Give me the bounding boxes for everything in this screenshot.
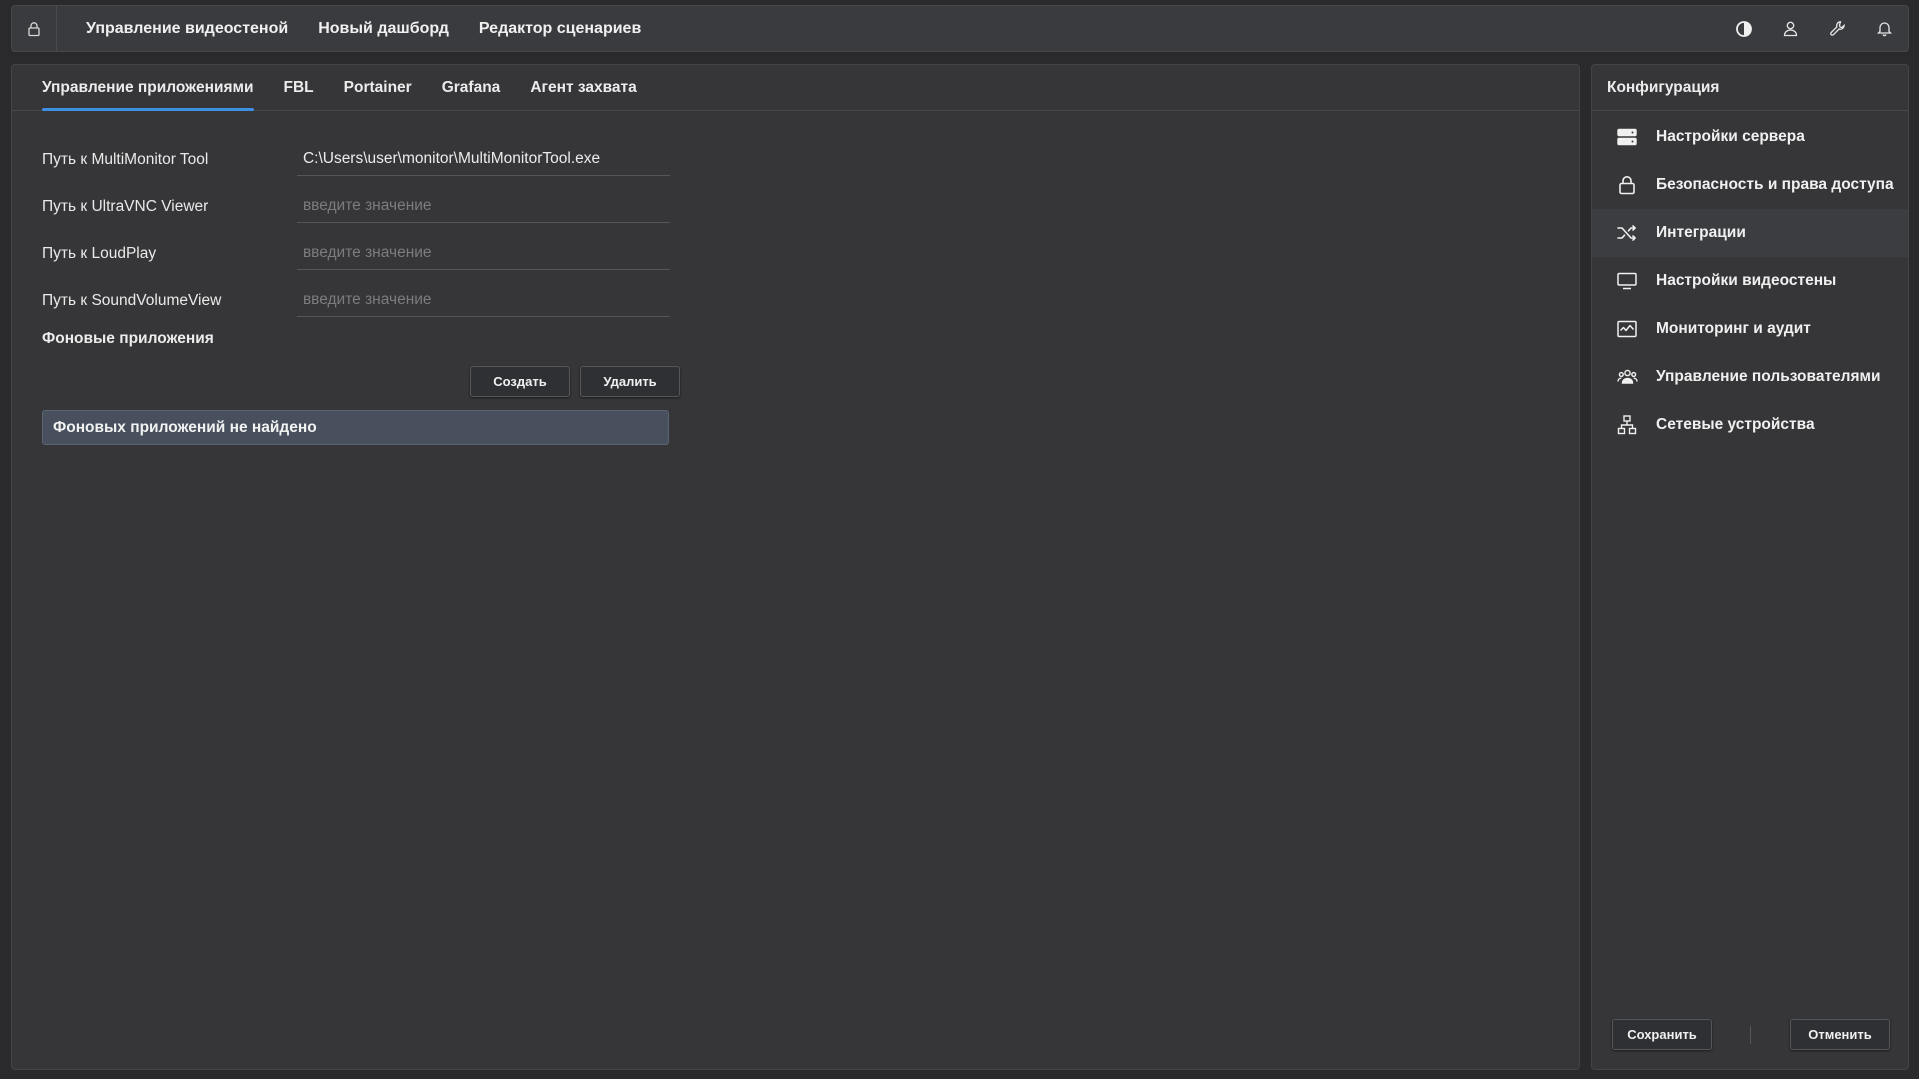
sidebar-item-videowall-settings[interactable]: Настройки видеостены [1592,257,1908,305]
sidebar-item-integrations[interactable]: Интеграции [1592,209,1908,257]
multimonitor-path-input[interactable] [296,143,670,176]
nav-videowall-management[interactable]: Управление видеостеной [86,20,288,38]
tab-portainer[interactable]: Portainer [344,65,412,110]
lock-icon [1616,174,1638,196]
cancel-button[interactable]: Отменить [1790,1019,1890,1050]
contrast-icon [1735,20,1753,38]
nav-scenario-editor[interactable]: Редактор сценариев [479,20,641,38]
tab-fbl[interactable]: FBL [284,65,314,110]
field-row-multimonitor: Путь к MultiMonitor Tool [42,136,670,183]
notifications-button[interactable] [1861,6,1908,51]
sidebar-footer: Сохранить Отменить [1592,1019,1908,1050]
sidebar-item-label: Настройки видеостены [1656,272,1837,289]
ultravnc-path-input[interactable] [296,190,670,223]
footer-divider [1750,1026,1751,1044]
lock-icon [26,21,42,37]
tab-capture-agent[interactable]: Агент захвата [530,65,636,110]
activity-icon [1616,318,1638,340]
user-profile-button[interactable] [1767,6,1814,51]
theme-toggle-button[interactable] [1720,6,1767,51]
sidebar-title: Конфигурация [1592,65,1908,111]
ultravnc-path-label: Путь к UltraVNC Viewer [42,197,209,215]
sidebar-menu: Настройки сервера Безопасность и права д… [1592,111,1908,449]
field-row-ultravnc: Путь к UltraVNC Viewer [42,183,670,230]
top-navigation: Управление видеостеной Новый дашборд Ред… [86,20,671,38]
sidebar-item-label: Мониторинг и аудит [1656,320,1811,337]
multimonitor-path-label: Путь к MultiMonitor Tool [42,150,209,168]
wrench-icon [1829,20,1846,37]
sidebar-item-monitoring[interactable]: Мониторинг и аудит [1592,305,1908,353]
sidebar-item-label: Безопасность и права доступа [1656,176,1894,193]
loudplay-path-input[interactable] [296,237,670,270]
tab-app-management[interactable]: Управление приложениями [42,65,254,111]
sidebar-item-label: Интеграции [1656,224,1746,241]
sidebar-item-network-devices[interactable]: Сетевые устройства [1592,401,1908,449]
create-button[interactable]: Создать [470,366,570,397]
delete-button[interactable]: Удалить [580,366,680,397]
nav-new-dashboard[interactable]: Новый дашборд [318,20,449,38]
field-row-loudplay: Путь к LoudPlay [42,230,670,277]
shuffle-icon [1616,222,1638,244]
field-row-soundvolumeview: Путь к SoundVolumeView [42,277,670,324]
top-bar: Управление видеостеной Новый дашборд Ред… [11,5,1909,52]
lock-button[interactable] [12,6,57,51]
sidebar-item-label: Управление пользователями [1656,368,1881,385]
settings-button[interactable] [1814,6,1861,51]
server-icon [1616,126,1638,148]
sidebar-item-label: Сетевые устройства [1656,416,1815,433]
sidebar-item-server-settings[interactable]: Настройки сервера [1592,113,1908,161]
background-apps-title: Фоновые приложения [42,330,214,347]
bell-icon [1876,20,1893,37]
user-icon [1782,20,1799,37]
tab-bar: Управление приложениями FBL Portainer Gr… [12,65,1579,111]
save-button[interactable]: Сохранить [1612,1019,1712,1050]
tab-grafana[interactable]: Grafana [442,65,501,110]
sidebar-item-label: Настройки сервера [1656,128,1805,145]
soundvolumeview-path-input[interactable] [296,284,670,317]
network-icon [1616,414,1638,436]
background-apps-actions: Создать Удалить [42,366,680,397]
users-icon [1616,366,1638,388]
soundvolumeview-path-label: Путь к SoundVolumeView [42,291,222,309]
loudplay-path-label: Путь к LoudPlay [42,244,157,262]
monitor-icon [1616,270,1638,292]
app-paths-form: Путь к MultiMonitor Tool Путь к UltraVNC… [42,136,680,445]
sidebar-item-user-management[interactable]: Управление пользователями [1592,353,1908,401]
main-panel: Управление приложениями FBL Portainer Gr… [11,64,1580,1070]
sidebar-item-security[interactable]: Безопасность и права доступа [1592,161,1908,209]
config-sidebar: Конфигурация Настройки сервера Безопасно [1591,64,1909,1070]
top-actions [1720,6,1908,51]
empty-state-message: Фоновых приложений не найдено [42,410,669,445]
